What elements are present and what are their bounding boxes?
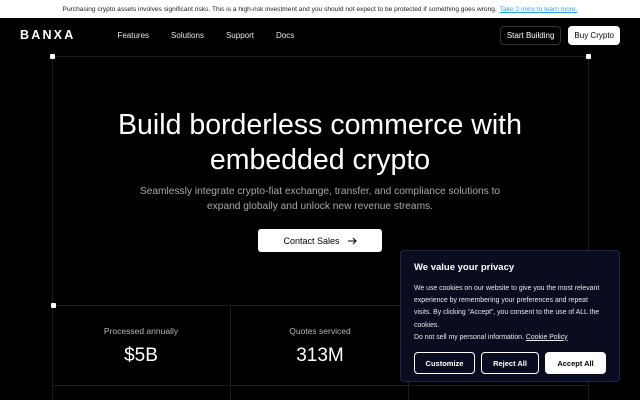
hero-title: Build borderless commerce with embedded … — [60, 108, 580, 178]
do-not-sell-text: Do not sell my personal information. — [414, 333, 524, 341]
logo-text: BANXA — [20, 28, 76, 42]
nav-link-support[interactable]: Support — [226, 31, 254, 40]
start-building-button[interactable]: Start Building — [499, 25, 562, 45]
cookie-policy-link[interactable]: Cookie Policy — [526, 334, 568, 341]
top-nav: BANXA Features Solutions Support Docs St… — [0, 18, 640, 52]
banxa-logo[interactable]: BANXA — [20, 27, 75, 43]
hero-title-line: embedded crypto — [209, 144, 431, 176]
nav-link-features[interactable]: Features — [117, 31, 149, 40]
nav-links: Features Solutions Support Docs — [95, 31, 294, 40]
stat-label: Quotes serviced — [289, 326, 351, 336]
reject-all-button[interactable]: Reject All — [480, 352, 540, 375]
arrow-right-icon — [347, 237, 357, 244]
risk-banner-text: Purchasing crypto assets involves signif… — [62, 5, 497, 13]
stat-value: 313M — [296, 345, 344, 366]
cookie-body-text: We use cookies on our website to give yo… — [414, 285, 600, 329]
buy-crypto-button[interactable]: Buy Crypto — [568, 25, 620, 45]
stat-label: Processed annually — [103, 326, 179, 336]
frame-top-line — [52, 56, 588, 57]
stats-bottom-line — [52, 385, 588, 386]
hero-subtitle: Seamlessly integrate crypto-fiat exchang… — [120, 185, 520, 214]
stat-quotes: Quotes serviced 313M — [231, 326, 409, 367]
nav-link-docs[interactable]: Docs — [276, 31, 294, 40]
nav-link-solutions[interactable]: Solutions — [171, 31, 204, 40]
nav-actions: Start Building Buy Crypto — [499, 25, 620, 45]
accept-all-button[interactable]: Accept All — [545, 352, 606, 375]
risk-banner: Purchasing crypto assets involves signif… — [0, 0, 640, 18]
cookie-body: We use cookies on our website to give yo… — [414, 283, 606, 344]
stat-processed: Processed annually $5B — [52, 326, 230, 367]
corner-marker — [50, 54, 55, 59]
corner-marker — [586, 54, 591, 59]
hero-subtitle-line: Seamlessly integrate crypto-fiat exchang… — [139, 186, 501, 197]
stat-value: $5B — [124, 345, 158, 366]
cookie-consent-dialog: We value your privacy We use cookies on … — [400, 250, 620, 382]
cookie-actions: Customize Reject All Accept All — [414, 352, 606, 375]
hero-title-line: Build borderless commerce with — [118, 109, 522, 141]
learn-more-link[interactable]: Take 2 mins to learn more. — [500, 6, 578, 13]
contact-sales-label: Contact Sales — [283, 235, 340, 246]
contact-sales-button[interactable]: Contact Sales — [258, 229, 382, 252]
customize-button[interactable]: Customize — [414, 352, 475, 375]
cookie-title: We value your privacy — [414, 262, 515, 273]
hero-subtitle-line: expand globally and unlock new revenue s… — [207, 200, 433, 212]
corner-marker — [51, 303, 56, 308]
